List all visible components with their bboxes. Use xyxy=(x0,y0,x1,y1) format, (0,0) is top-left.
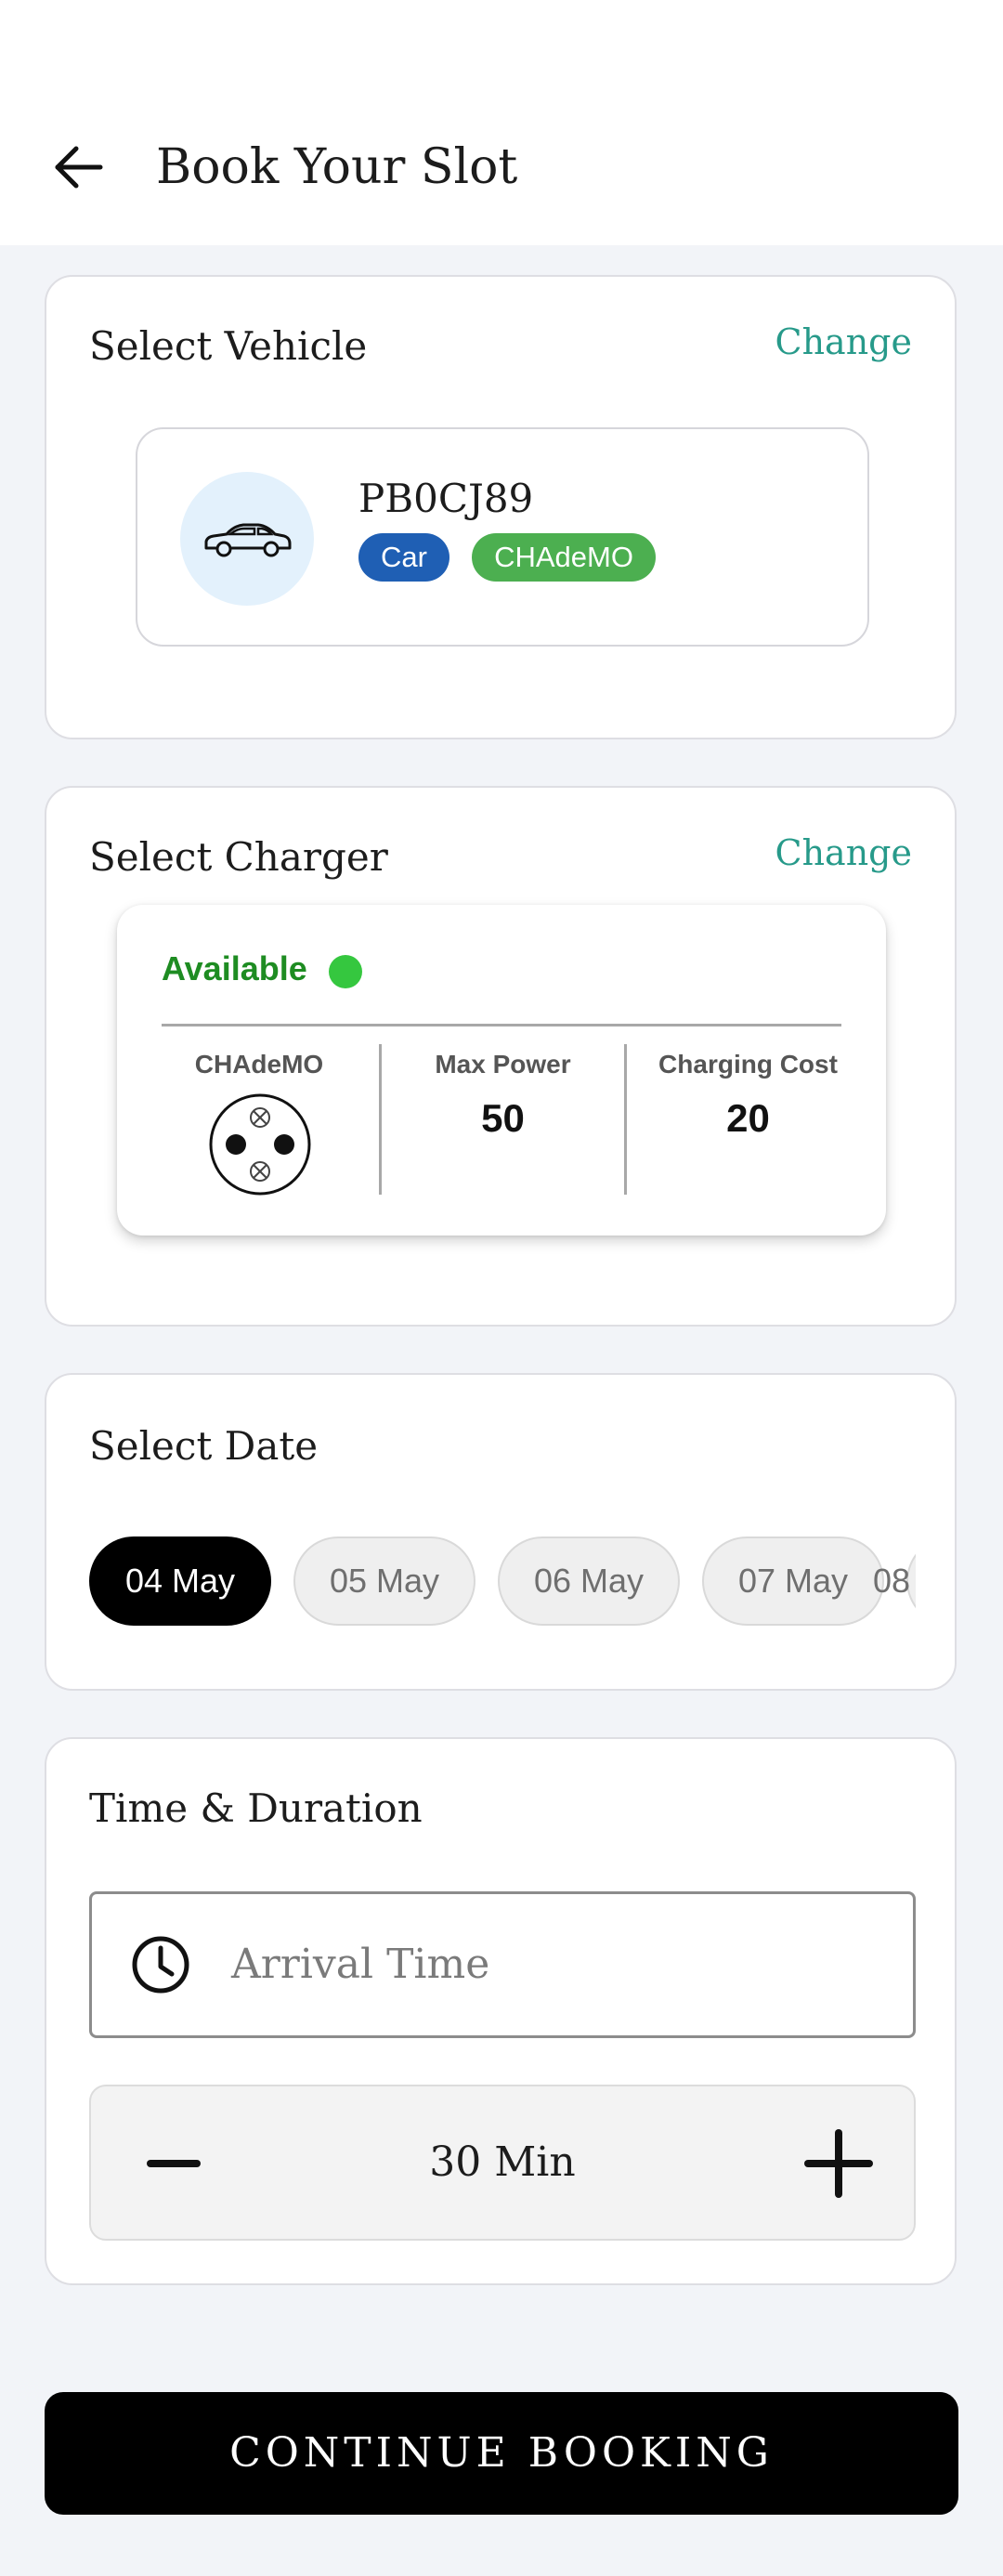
vehicle-type-badge: Car xyxy=(358,533,449,582)
arrival-time-placeholder: Arrival Time xyxy=(231,1941,490,1988)
status-dot-icon xyxy=(329,955,362,988)
page-title: Book Your Slot xyxy=(156,139,518,195)
change-charger-button[interactable]: Change xyxy=(775,832,913,873)
arrow-left-icon xyxy=(55,146,103,189)
arrival-time-input[interactable]: Arrival Time xyxy=(89,1891,916,2038)
date-card: Select Date 04 May 05 May 06 May 07 May … xyxy=(45,1373,957,1691)
vehicle-plate: PB0CJ89 xyxy=(358,476,534,521)
car-icon xyxy=(204,523,292,557)
clock-icon xyxy=(132,1936,189,1994)
connector-label: CHAdeMO xyxy=(194,1050,324,1079)
app-header: Book Your Slot xyxy=(0,0,1003,245)
charger-section-title: Select Charger xyxy=(89,834,388,880)
connector-type-badge: CHAdeMO xyxy=(472,533,656,582)
charging-cost-value: 20 xyxy=(726,1096,770,1140)
time-section-title: Time & Duration xyxy=(89,1785,423,1831)
date-chip[interactable]: 06 May xyxy=(498,1536,680,1626)
date-chip-row[interactable]: 04 May 05 May 06 May 07 May 08 May xyxy=(89,1536,916,1626)
duration-value: 30 Min xyxy=(429,2138,576,2186)
vehicle-avatar xyxy=(180,472,314,606)
vehicle-section-title: Select Vehicle xyxy=(89,323,368,369)
date-chip[interactable]: 08 May xyxy=(873,1536,916,1626)
duration-stepper: 30 Min xyxy=(89,2085,916,2241)
vehicle-card: Select Vehicle Change PB0CJ89 Car CHAdeM… xyxy=(45,275,957,739)
charging-cost-label: Charging Cost xyxy=(658,1050,838,1079)
max-power-value: 50 xyxy=(481,1096,525,1140)
plus-icon xyxy=(804,2129,873,2198)
change-vehicle-button[interactable]: Change xyxy=(775,321,913,362)
date-section-title: Select Date xyxy=(89,1423,319,1469)
max-power-label: Max Power xyxy=(435,1050,571,1079)
date-chip[interactable]: 05 May xyxy=(293,1536,475,1626)
time-duration-card: Time & Duration Arrival Time 30 Min xyxy=(45,1737,957,2285)
date-chip[interactable]: 04 May xyxy=(89,1536,271,1626)
continue-booking-button[interactable]: CONTINUE BOOKING xyxy=(45,2392,958,2515)
divider xyxy=(162,1024,841,1026)
selected-vehicle[interactable]: PB0CJ89 Car CHAdeMO xyxy=(136,427,869,647)
charger-card: Select Charger Change Available CHAdeMO … xyxy=(45,786,957,1327)
back-button[interactable] xyxy=(48,137,108,197)
charger-status: Available xyxy=(162,949,307,987)
chademo-connector-icon xyxy=(209,1093,311,1196)
date-chip[interactable]: 07 May xyxy=(702,1536,884,1626)
increase-duration-button[interactable] xyxy=(802,2127,875,2200)
selected-charger[interactable]: Available CHAdeMO Max Power 50 Charging … xyxy=(117,905,886,1236)
